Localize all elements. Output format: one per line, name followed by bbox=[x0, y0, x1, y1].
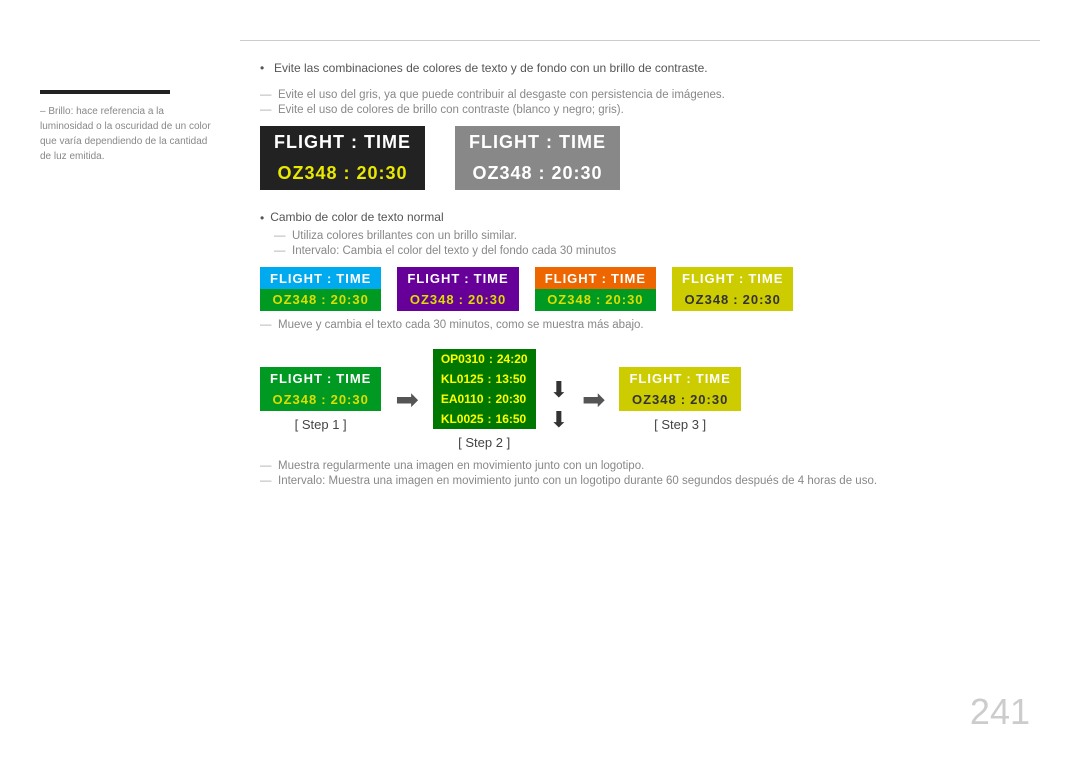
time-value-g: 20:30 bbox=[551, 163, 602, 184]
intro-bullets: Evite las combinaciones de colores de te… bbox=[260, 61, 1040, 75]
arrow-right-2: ➡ bbox=[582, 383, 605, 416]
steps-section: FLIGHT : TIME OZ348 : 20:30 [ Step 1 ] ➡ bbox=[260, 349, 1040, 450]
blue-top: FLIGHT : TIME bbox=[260, 267, 381, 289]
dash-item-1: Evite el uso del gris, ya que puede cont… bbox=[260, 89, 1040, 101]
large-displays-row: FLIGHT : TIME OZ348 : 20:30 FLIGHT : TIM… bbox=[260, 126, 1040, 190]
purple-bottom: OZ348 : 20:30 bbox=[397, 289, 518, 311]
step3-label: [ Step 3 ] bbox=[654, 417, 706, 432]
bullet-dot: • bbox=[260, 211, 264, 225]
mfd-row-1: OP0310 : 24:20 bbox=[433, 349, 536, 369]
orange-bottom: OZ348 : 20:30 bbox=[535, 289, 656, 311]
dash-item-2: Evite el uso de colores de brillo con co… bbox=[260, 104, 1040, 116]
step2-label: [ Step 2 ] bbox=[458, 435, 510, 450]
page-number: 241 bbox=[970, 691, 1030, 733]
step3-top: FLIGHT : TIME bbox=[619, 367, 740, 389]
step3-display: FLIGHT : TIME OZ348 : 20:30 bbox=[619, 367, 740, 411]
step1-bottom: OZ348 : 20:30 bbox=[260, 389, 381, 411]
main-content: Evite las combinaciones de colores de te… bbox=[240, 40, 1040, 493]
flight-display-gray: FLIGHT : TIME OZ348 : 20:30 bbox=[455, 126, 620, 190]
purple-top: FLIGHT : TIME bbox=[397, 267, 518, 289]
flight-display-purple: FLIGHT : TIME OZ348 : 20:30 bbox=[397, 267, 518, 311]
step1-label: [ Step 1 ] bbox=[295, 417, 347, 432]
arrow-right-1: ➡ bbox=[395, 383, 418, 416]
step1-display: FLIGHT : TIME OZ348 : 20:30 bbox=[260, 367, 381, 411]
time-label-g: TIME bbox=[559, 132, 606, 153]
oz348-label: OZ348 bbox=[277, 163, 337, 184]
section4-dash-2: Intervalo: Muestra una imagen en movimie… bbox=[260, 475, 1040, 487]
sidebar-text: – Brillo: hace referencia a la luminosid… bbox=[40, 104, 220, 164]
section4-dashes: Muestra regularmente una imagen en movim… bbox=[260, 460, 1040, 487]
step2-multi-display: OP0310 : 24:20 KL0125 : 13:50 EA0110 : 2… bbox=[433, 349, 536, 429]
bullet-item-1: Evite las combinaciones de colores de te… bbox=[260, 61, 1040, 75]
mfd-row-3: EA0110 : 20:30 bbox=[433, 389, 536, 409]
section2-bullet-text: Cambio de color de texto normal bbox=[270, 210, 443, 224]
yellow-bottom: OZ348 : 20:30 bbox=[672, 289, 793, 311]
section2-bullet-row: • Cambio de color de texto normal bbox=[260, 210, 1040, 225]
colon-g1: : bbox=[546, 132, 553, 153]
mfd-row-4: KL0025 : 16:50 bbox=[433, 409, 536, 429]
flight-label: FLIGHT bbox=[274, 132, 345, 153]
time-value: 20:30 bbox=[356, 163, 407, 184]
step1-container: FLIGHT : TIME OZ348 : 20:30 [ Step 1 ] bbox=[260, 367, 381, 432]
flight-display-blue: FLIGHT : TIME OZ348 : 20:30 bbox=[260, 267, 381, 311]
step3-container: FLIGHT : TIME OZ348 : 20:30 [ Step 3 ] bbox=[619, 367, 740, 432]
mfd-row-2: KL0125 : 13:50 bbox=[433, 369, 536, 389]
down-arrow-1: ⬇ bbox=[550, 377, 568, 403]
flight-display-gray-bottom: OZ348 : 20:30 bbox=[455, 158, 620, 190]
down-arrow-2: ⬇ bbox=[550, 407, 568, 433]
section2-dash-1: Utiliza colores brillantes con un brillo… bbox=[274, 230, 1040, 242]
step3-bottom: OZ348 : 20:30 bbox=[619, 389, 740, 411]
flight-display-yellow: FLIGHT : TIME OZ348 : 20:30 bbox=[672, 267, 793, 311]
sidebar-rule bbox=[40, 90, 170, 94]
section4-dash-1: Muestra regularmente una imagen en movim… bbox=[260, 460, 1040, 472]
section3-dash: Mueve y cambia el texto cada 30 minutos,… bbox=[260, 319, 1040, 331]
flight-label-g: FLIGHT bbox=[469, 132, 540, 153]
section2-dashes: Utiliza colores brillantes con un brillo… bbox=[260, 230, 1040, 257]
down-arrows: ⬇ ⬇ bbox=[550, 377, 568, 433]
oz348-label-g: OZ348 bbox=[472, 163, 532, 184]
sidebar: – Brillo: hace referencia a la luminosid… bbox=[40, 40, 240, 493]
section2-dash-2: Intervalo: Cambia el color del texto y d… bbox=[274, 245, 1040, 257]
color-displays-row: FLIGHT : TIME OZ348 : 20:30 FLIGHT : TIM… bbox=[260, 267, 1040, 311]
blue-bottom: OZ348 : 20:30 bbox=[260, 289, 381, 311]
flight-display-black-top: FLIGHT : TIME bbox=[260, 126, 425, 158]
orange-top: FLIGHT : TIME bbox=[535, 267, 656, 289]
colon-1: : bbox=[351, 132, 358, 153]
colon-2: : bbox=[343, 163, 350, 184]
flight-display-black-bottom: OZ348 : 20:30 bbox=[260, 158, 425, 190]
intro-dashes: Evite el uso del gris, ya que puede cont… bbox=[260, 89, 1040, 116]
step2-container: OP0310 : 24:20 KL0125 : 13:50 EA0110 : 2… bbox=[433, 349, 536, 450]
yellow-top: FLIGHT : TIME bbox=[672, 267, 793, 289]
flight-display-black: FLIGHT : TIME OZ348 : 20:30 bbox=[260, 126, 425, 190]
section3-dashes: Mueve y cambia el texto cada 30 minutos,… bbox=[260, 319, 1040, 331]
flight-display-gray-top: FLIGHT : TIME bbox=[455, 126, 620, 158]
colon-g2: : bbox=[538, 163, 545, 184]
time-label: TIME bbox=[364, 132, 411, 153]
step1-top: FLIGHT : TIME bbox=[260, 367, 381, 389]
flight-display-orange: FLIGHT : TIME OZ348 : 20:30 bbox=[535, 267, 656, 311]
